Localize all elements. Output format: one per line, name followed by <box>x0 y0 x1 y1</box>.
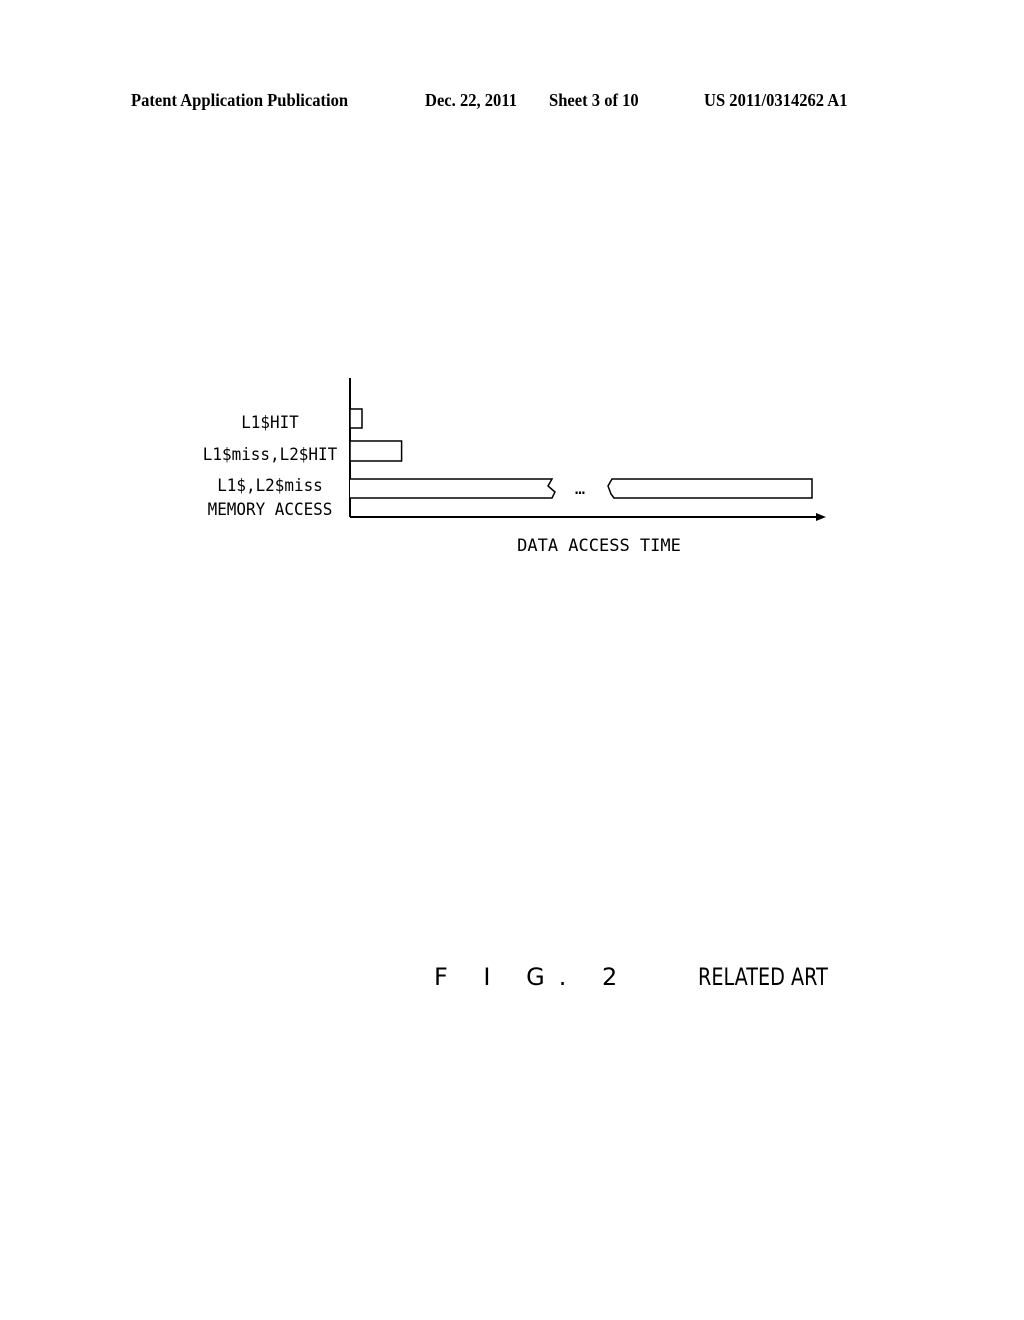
category-labels: L1$HIT L1$miss,L2$HIT L1$,L2$miss MEMORY AC… <box>203 413 337 520</box>
figure-label: F I G. 2 <box>434 963 632 991</box>
access-time-chart: … L1$HIT L1$miss,L2$HIT L1$,L2$miss MEMORY … <box>203 378 826 556</box>
bar <box>349 440 403 462</box>
category-label: MEMORY ACCESS <box>208 500 333 520</box>
axes <box>349 378 826 521</box>
category-label: L1$miss,L2$HIT <box>203 445 337 465</box>
bar-segment-right <box>607 478 813 499</box>
x-axis-arrowhead <box>816 513 826 521</box>
category-label: L1$,L2$miss <box>217 476 323 496</box>
bar-segment-left <box>350 478 556 499</box>
related-art-note: RELATED ART <box>698 963 828 991</box>
category-label: L1$HIT <box>241 413 299 433</box>
x-axis-label: DATA ACCESS TIME <box>517 536 681 556</box>
bars: … <box>349 408 813 499</box>
bar-break-ellipsis: … <box>575 479 585 499</box>
bar <box>349 408 363 429</box>
